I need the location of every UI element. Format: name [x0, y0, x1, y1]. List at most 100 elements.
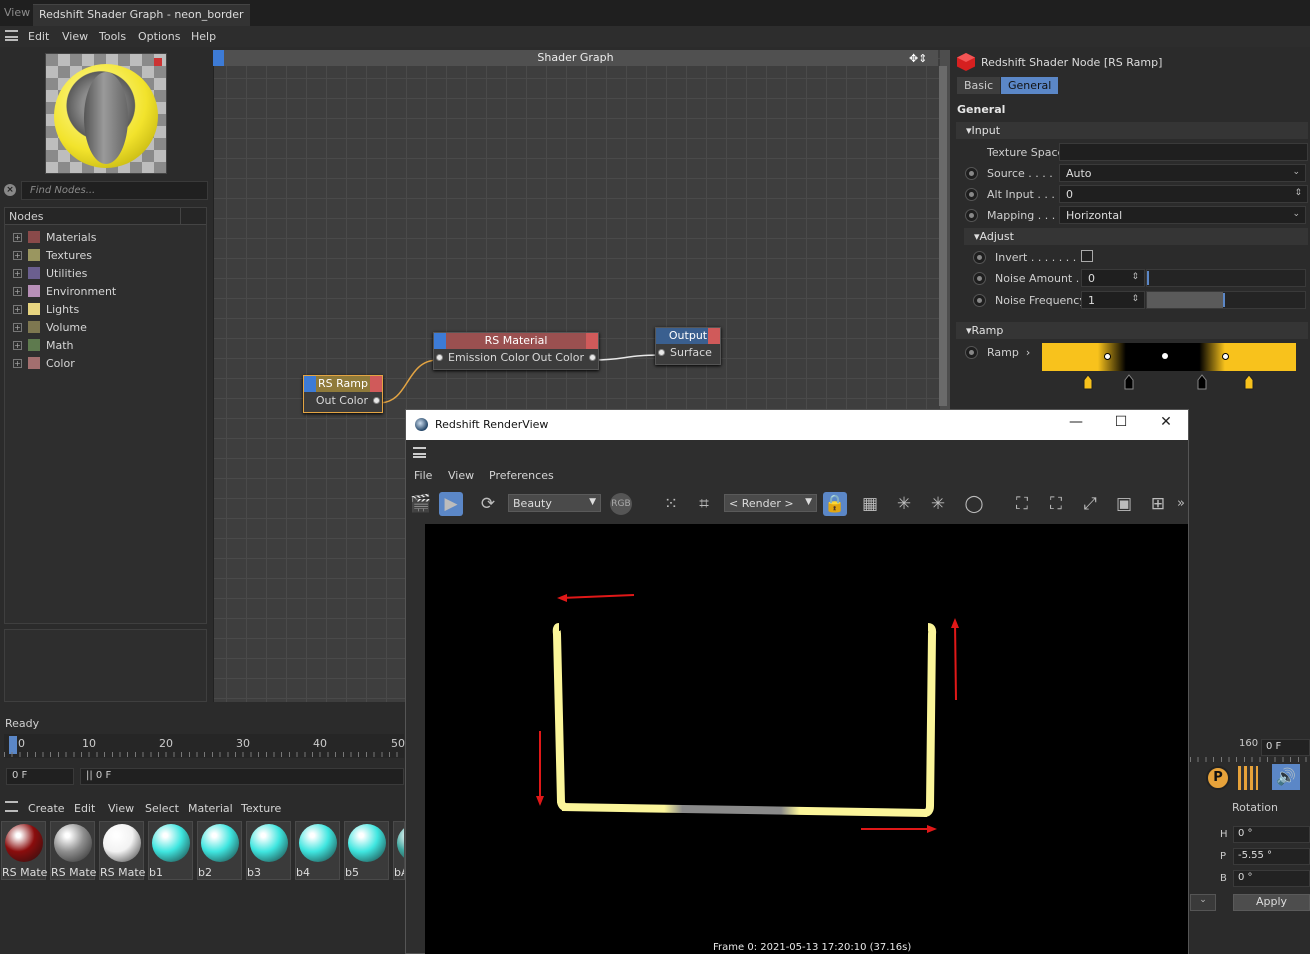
clapper-icon[interactable]: 🎬: [409, 492, 433, 516]
timeline[interactable]: 0 10 20 30 40 50: [4, 734, 405, 758]
keyframe-grid-icon[interactable]: [1238, 766, 1258, 790]
noise-amount-slider[interactable]: [1146, 269, 1306, 287]
rs-ramp-out-port[interactable]: Out Color: [304, 392, 382, 410]
circle-icon[interactable]: ◯: [962, 492, 986, 516]
rgb-icon[interactable]: RGB: [609, 492, 633, 516]
rotation-p-field[interactable]: -5.55 °: [1233, 848, 1310, 865]
more-icon[interactable]: »: [1174, 492, 1188, 516]
crop-icon[interactable]: ⌗: [692, 492, 716, 516]
renderview-titlebar[interactable]: Redshift RenderView — ☐ ✕: [406, 410, 1188, 440]
lock-icon[interactable]: 🔒: [823, 492, 847, 516]
end-frame-field[interactable]: || 0 F: [80, 768, 404, 785]
output-node[interactable]: Output Surface: [655, 327, 721, 365]
render-canvas[interactable]: Frame 0: 2021-05-13 17:20:10 (37.16s): [425, 524, 1188, 954]
material-label: b5: [345, 866, 359, 879]
invert-anim-icon[interactable]: [973, 251, 986, 264]
invert-checkbox[interactable]: [1081, 250, 1093, 262]
rs-material-node[interactable]: RS Material Emission Color Out Color: [433, 332, 599, 370]
close-icon[interactable]: ✕: [1154, 414, 1178, 436]
noise-frequency-field[interactable]: 1 ⇕: [1081, 291, 1145, 309]
row-source: Source . . . . Auto ⌄: [956, 163, 1308, 184]
material-swatch[interactable]: RS Mate: [50, 821, 96, 880]
materials-menu-icon[interactable]: [5, 801, 18, 812]
snowflake-g-icon[interactable]: ✳: [926, 492, 950, 516]
b-label: B: [1220, 873, 1227, 884]
cinema4d-logo-icon: [415, 418, 428, 431]
keyframe-p-icon[interactable]: P: [1206, 766, 1230, 790]
material-ball: [54, 824, 92, 862]
mat-menu-view[interactable]: View: [108, 802, 134, 815]
image-icon[interactable]: ▣: [1112, 492, 1136, 516]
add-icon[interactable]: ⊞: [1146, 492, 1170, 516]
grid-icon[interactable]: ▦: [858, 492, 882, 516]
material-swatch[interactable]: RS Mate: [1, 821, 47, 880]
timeline-end-field[interactable]: 0 F: [1261, 739, 1310, 756]
texture-space-field[interactable]: [1059, 143, 1308, 161]
material-swatch[interactable]: b3: [246, 821, 291, 880]
mat-menu-texture[interactable]: Texture: [241, 802, 281, 815]
mapping-dropdown[interactable]: Horizontal ⌄: [1059, 206, 1306, 224]
focus-icon[interactable]: ⛶: [1010, 492, 1034, 516]
noise-amount-field[interactable]: 0 ⇕: [1081, 269, 1145, 287]
renderview-menu-icon[interactable]: [413, 447, 426, 458]
mat-menu-material[interactable]: Material: [188, 802, 233, 815]
row-noise-amount: Noise Amount . 0 ⇕: [964, 268, 1310, 289]
tab-general[interactable]: General: [1001, 77, 1059, 94]
sound-icon[interactable]: 🔊: [1272, 764, 1300, 790]
group-adjust[interactable]: ▾Adjust: [964, 228, 1308, 245]
refresh-icon[interactable]: ⟳: [476, 492, 500, 516]
mat-menu-create[interactable]: Create: [28, 802, 65, 815]
region-icon[interactable]: ⛶: [1044, 492, 1068, 516]
aov-dropdown[interactable]: Beauty ▼: [508, 494, 601, 512]
minimize-icon[interactable]: —: [1064, 414, 1088, 436]
row-noise-frequency: Noise Frequency 1 ⇕: [964, 290, 1310, 311]
output-surface-port[interactable]: Surface: [656, 344, 720, 362]
resize-icon[interactable]: ⤢: [1078, 492, 1102, 516]
ramp-anim-icon[interactable]: [965, 346, 978, 359]
rs-material-ports[interactable]: Emission Color Out Color: [434, 349, 598, 367]
group-ramp[interactable]: ▾Ramp: [956, 322, 1308, 339]
alt-input-anim-icon[interactable]: [965, 188, 978, 201]
noise-frequency-slider[interactable]: [1146, 291, 1306, 309]
snowflake-icon[interactable]: ✳: [892, 492, 916, 516]
material-swatch[interactable]: b4: [295, 821, 340, 880]
row-invert: Invert . . . . . . .: [964, 247, 1310, 268]
material-swatch[interactable]: b1: [148, 821, 193, 880]
rotation-h-field[interactable]: 0 °: [1233, 826, 1310, 843]
material-ball: [201, 824, 239, 862]
start-frame-field[interactable]: 0 F: [6, 768, 74, 785]
source-dropdown[interactable]: Auto ⌄: [1059, 164, 1306, 182]
dots-grid-icon[interactable]: ⁙: [659, 492, 683, 516]
tick-40: 40: [313, 737, 327, 750]
alt-input-field[interactable]: 0 ⇕: [1059, 185, 1308, 203]
status-text: Ready: [5, 717, 40, 730]
redshift-cube-icon: [957, 53, 975, 71]
apply-button[interactable]: Apply: [1233, 894, 1310, 911]
ramp-knot-icon: [1162, 353, 1168, 359]
mapping-anim-icon[interactable]: [965, 209, 978, 222]
maximize-icon[interactable]: ☐: [1109, 414, 1133, 436]
material-swatch[interactable]: b2: [197, 821, 242, 880]
material-swatch[interactable]: RS Mate: [99, 821, 145, 880]
ramp-gradient[interactable]: [1042, 343, 1296, 371]
material-swatch[interactable]: bA: [393, 821, 405, 880]
rv-menu-preferences[interactable]: Preferences: [489, 469, 554, 482]
material-swatch[interactable]: b5: [344, 821, 389, 880]
rs-ramp-node[interactable]: RS Ramp Out Color: [303, 375, 383, 413]
play-icon[interactable]: ▶: [439, 492, 463, 516]
rv-menu-file[interactable]: File: [414, 469, 432, 482]
ramp-markers[interactable]: [1042, 373, 1296, 391]
rv-menu-view[interactable]: View: [448, 469, 474, 482]
renderview-toolbar: 🎬 ▶ ⟳ Beauty ▼ RGB ⁙ ⌗ < Render > ▼ 🔒 ▦ ✳ …: [406, 488, 1188, 522]
group-input[interactable]: ▾Input: [956, 122, 1308, 139]
mat-menu-edit[interactable]: Edit: [74, 802, 95, 815]
material-label: b3: [247, 866, 261, 879]
mat-menu-select[interactable]: Select: [145, 802, 179, 815]
noise-amount-anim-icon[interactable]: [973, 272, 986, 285]
render-dropdown[interactable]: < Render > ▼: [724, 494, 817, 512]
noise-frequency-anim-icon[interactable]: [973, 294, 986, 307]
coord-mode-dropdown[interactable]: ⌄: [1190, 894, 1216, 911]
rotation-b-field[interactable]: 0 °: [1233, 870, 1310, 887]
tab-basic[interactable]: Basic: [957, 77, 1001, 94]
source-anim-icon[interactable]: [965, 167, 978, 180]
